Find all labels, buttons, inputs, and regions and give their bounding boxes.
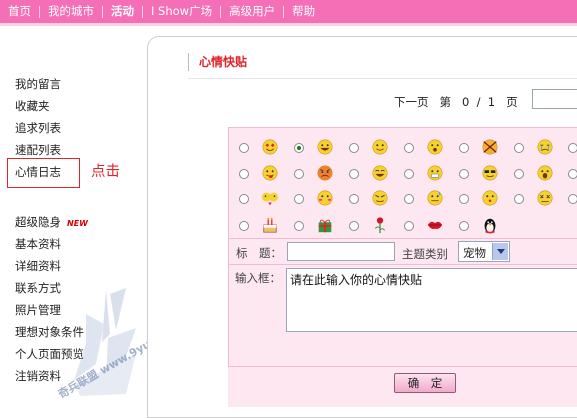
emoticon-radio[interactable] (349, 221, 359, 231)
emoticon-radio[interactable] (514, 194, 524, 204)
grin-icon[interactable] (316, 138, 334, 156)
sidebar-item-label: 基本资料 (15, 237, 61, 251)
shy-icon[interactable] (316, 189, 334, 207)
emoticon-radio[interactable] (404, 194, 414, 204)
sidebar-item-label: 超级隐身 (15, 215, 61, 229)
emoticon-radio[interactable] (459, 194, 469, 204)
page-suffix: 页 (506, 95, 518, 109)
panel-title: 心情快贴 (188, 53, 247, 71)
faint-icon[interactable] (536, 189, 554, 207)
nav-item[interactable]: 帮助 (284, 0, 323, 23)
emoticon-radio[interactable] (349, 143, 359, 153)
sidebar-item[interactable]: 照片管理 (15, 302, 61, 318)
sidebar-item-label: 详细资料 (15, 259, 61, 273)
smile-hearts-icon[interactable] (261, 138, 279, 156)
angry-icon[interactable] (316, 164, 334, 182)
emoticon-radio[interactable] (568, 143, 577, 153)
emoticon-radio[interactable] (404, 169, 414, 179)
sidebar-item[interactable]: 超级隐身 NEW (15, 214, 88, 230)
emoticon-radio[interactable] (568, 194, 577, 204)
tongue-icon[interactable] (261, 164, 279, 182)
category-value: 宠物 (463, 246, 486, 260)
gasp-icon[interactable] (536, 164, 554, 182)
cake-icon[interactable] (261, 216, 279, 234)
nav-item[interactable]: 首页 (0, 0, 39, 23)
shocked-icon[interactable] (426, 138, 444, 156)
emoticon-radio[interactable] (349, 194, 359, 204)
emoticon-grid (228, 127, 577, 239)
emoticon-radio[interactable] (294, 221, 304, 231)
couple-icon[interactable] (261, 189, 279, 207)
sidebar-item[interactable]: 注销资料 (15, 368, 61, 384)
dropdown-arrow-icon[interactable] (492, 243, 508, 260)
category-label: 主题类别 (402, 247, 448, 261)
title-input[interactable] (287, 242, 395, 261)
nav-item[interactable]: 活动 (103, 0, 142, 23)
rose-icon[interactable] (371, 216, 389, 234)
emoticon-radio[interactable] (568, 169, 577, 179)
page-total: 1 (487, 95, 496, 109)
sidebar-item-label: 照片管理 (15, 303, 61, 317)
click-annotation: 点击 (91, 164, 120, 180)
laugh-icon[interactable] (371, 164, 389, 182)
sidebar-item-label: 联系方式 (15, 281, 61, 295)
emoticon-radio[interactable] (514, 169, 524, 179)
penguin-icon[interactable] (481, 216, 499, 234)
pager: 下一页 第 0 / 1 页 第 (394, 94, 551, 110)
emoticon-radio[interactable] (294, 169, 304, 179)
content-textarea[interactable]: 请在此输入你的心情快贴 (286, 268, 577, 332)
sidebar-item[interactable]: 基本资料 (15, 236, 61, 252)
emoticon-radio[interactable] (294, 143, 304, 153)
page-prefix: 第 (439, 95, 451, 109)
emoticon-radio[interactable] (404, 221, 414, 231)
emoticon-radio[interactable] (404, 143, 414, 153)
smile-icon[interactable] (371, 138, 389, 156)
sidebar-item-label: 注销资料 (15, 369, 61, 383)
sidebar-item[interactable]: 追求列表 (15, 120, 61, 136)
sidebar-item[interactable]: 速配列表 (15, 142, 61, 158)
sweat-icon[interactable] (426, 189, 444, 207)
cool-icon[interactable] (481, 164, 499, 182)
new-badge: NEW (67, 219, 88, 228)
evil-icon[interactable] (371, 189, 389, 207)
emoticon-radio[interactable] (514, 143, 524, 153)
emoticon-radio[interactable] (239, 221, 249, 231)
emoticon-radio[interactable] (239, 169, 249, 179)
gift-icon[interactable] (316, 216, 334, 234)
confirm-button[interactable]: 确 定 (394, 373, 456, 393)
emoticon-radio[interactable] (239, 194, 249, 204)
emoticon-radio[interactable] (239, 143, 249, 153)
page-number-input[interactable] (532, 89, 577, 109)
content-label: 输入框： (235, 271, 281, 285)
category-select[interactable]: 宠物 (458, 241, 510, 262)
lips-icon[interactable] (426, 216, 444, 234)
nav-item[interactable]: 我的城市 (40, 0, 102, 23)
emoticon-radio[interactable] (349, 169, 359, 179)
top-navigation: 首页 我的城市 活动 I Show广场 高级用户 帮助 (0, 0, 577, 23)
next-page-link[interactable]: 下一页 (394, 95, 429, 109)
sidebar-item[interactable]: 详细资料 (15, 258, 61, 274)
nav-item[interactable]: I Show广场 (143, 0, 220, 23)
title-divider (188, 78, 577, 79)
mask-icon[interactable] (426, 164, 444, 182)
nav-item[interactable]: 高级用户 (221, 0, 283, 23)
emoticon-radio[interactable] (459, 221, 469, 231)
pout-icon[interactable] (481, 189, 499, 207)
nav-underline (0, 23, 577, 26)
page-current: 0 (461, 95, 470, 109)
highlight-box (7, 158, 80, 188)
mischief-icon[interactable] (481, 138, 499, 156)
sidebar-item[interactable]: 我的留言 (15, 76, 61, 92)
emoticon-radio[interactable] (294, 194, 304, 204)
sidebar-item[interactable]: 收藏夹 (15, 98, 50, 114)
cry-icon[interactable] (536, 138, 554, 156)
title-label: 标 题： (236, 246, 282, 260)
emoticon-radio[interactable] (459, 143, 469, 153)
emoticon-radio[interactable] (459, 169, 469, 179)
sidebar-item[interactable]: 联系方式 (15, 280, 61, 296)
